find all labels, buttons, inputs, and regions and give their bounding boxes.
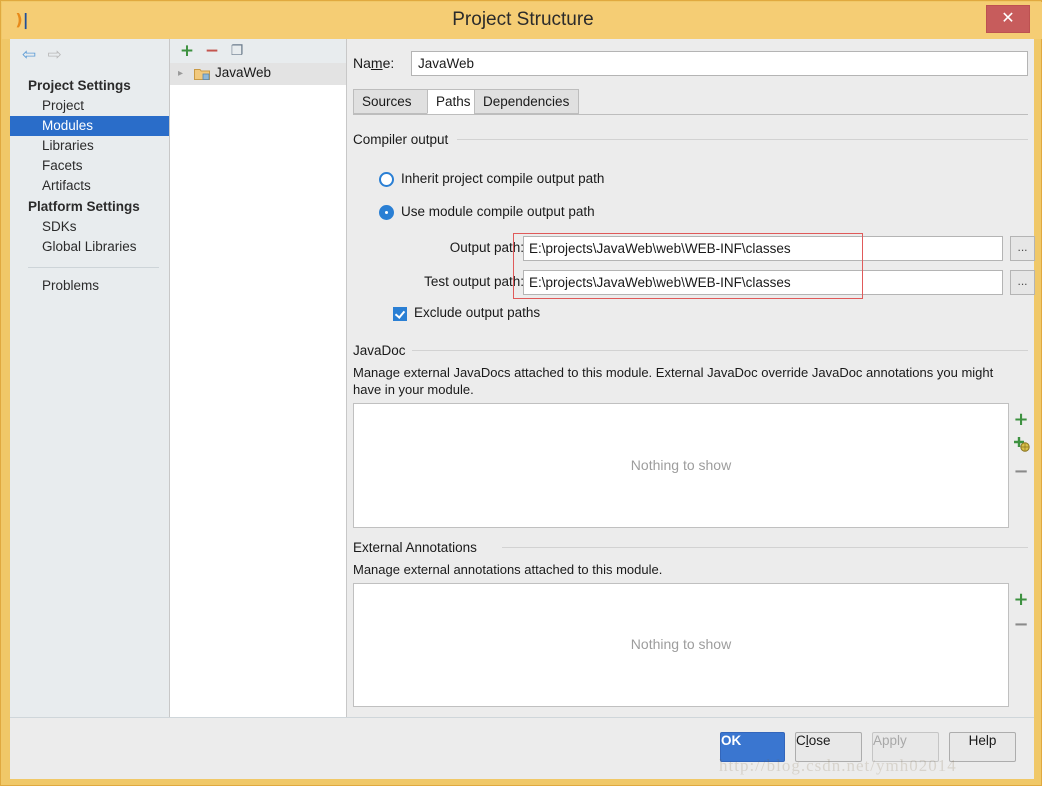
javadoc-remove-button[interactable]: − [1009, 460, 1033, 484]
output-path-browse-button[interactable]: ... [1010, 236, 1035, 261]
module-name-input[interactable] [411, 51, 1028, 76]
exclude-output-paths-label: Exclude output paths [414, 305, 541, 320]
modules-tree-toolbar: + − ❐ [170, 39, 346, 63]
tab-dependencies[interactable]: Dependencies [474, 89, 579, 114]
test-output-path-row: Test output path: ... [353, 270, 1035, 295]
external-annotations-group-label: External Annotations [353, 540, 483, 555]
external-annotations-empty-text: Nothing to show [630, 636, 732, 652]
remove-module-button[interactable]: − [201, 41, 223, 61]
javadoc-toolbar: + − [1009, 403, 1034, 528]
copy-module-button[interactable]: ❐ [226, 41, 248, 61]
javadoc-group-label: JavaDoc [353, 343, 412, 358]
sidebar-list: Project Settings Project Modules Librari… [10, 75, 169, 296]
close-icon[interactable]: ✕ [986, 5, 1030, 33]
tree-row-label: JavaWeb [215, 65, 272, 80]
help-button[interactable]: Help [949, 732, 1016, 762]
sidebar-group-platform-settings: Platform Settings [28, 199, 140, 214]
javadoc-list[interactable]: Nothing to show [353, 403, 1009, 528]
external-annotations-group-line [502, 547, 1028, 548]
javadoc-description: Manage external JavaDocs attached to thi… [353, 365, 994, 397]
radio-inherit-indicator [379, 172, 394, 187]
module-tabs: Sources Paths Dependencies [353, 89, 1028, 115]
test-output-path-input[interactable] [523, 270, 1003, 295]
dialog-footer: OK Close Apply Help [10, 717, 1034, 779]
close-button[interactable]: Close [795, 732, 862, 762]
exclude-output-paths-indicator [393, 307, 407, 321]
external-annotations-remove-button[interactable]: − [1009, 613, 1033, 637]
test-output-path-browse-button[interactable]: ... [1010, 270, 1035, 295]
page-title: Project Structure [452, 9, 594, 30]
apply-button: Apply [872, 732, 939, 762]
external-annotations-list[interactable]: Nothing to show [353, 583, 1009, 707]
javadoc-add-button[interactable]: + [1009, 408, 1033, 432]
sidebar-item-global-libraries[interactable]: Global Libraries [10, 237, 169, 257]
compiler-output-group-label: Compiler output [353, 132, 455, 147]
sidebar-item-libraries[interactable]: Libraries [10, 136, 169, 156]
external-annotations-description: Manage external annotations attached to … [353, 562, 663, 577]
test-output-path-label: Test output path: [424, 274, 524, 289]
module-name-row: Name: [353, 51, 1028, 77]
output-path-label: Output path: [449, 240, 524, 255]
external-annotations-toolbar: + − [1009, 583, 1034, 707]
dialog-content: ⇦ ⇨ Project Settings Project Modules Lib… [10, 39, 1035, 779]
sidebar-divider [28, 267, 159, 268]
radio-use-module-indicator [379, 205, 394, 220]
project-structure-dialog: )| Project Structure ✕ ⇦ ⇨ Project Setti… [0, 0, 1042, 786]
sidebar-item-problems[interactable]: Problems [10, 276, 169, 296]
sidebar-item-project[interactable]: Project [10, 96, 169, 116]
module-folder-icon [194, 67, 210, 80]
ok-button[interactable]: OK [720, 732, 785, 762]
chevron-right-icon[interactable]: ▸ [178, 67, 190, 81]
output-path-input[interactable] [523, 236, 1003, 261]
compiler-output-group-line [457, 139, 1028, 140]
modules-tree-panel: + − ❐ ▸ JavaWeb [170, 39, 347, 717]
module-name-label: Name: [353, 55, 395, 71]
nav-history-controls: ⇦ ⇨ [18, 44, 66, 68]
settings-sidebar: ⇦ ⇨ Project Settings Project Modules Lib… [10, 39, 170, 717]
javadoc-add-url-button[interactable] [1009, 433, 1033, 457]
title-bar: )| Project Structure ✕ [2, 2, 1042, 39]
sidebar-group-project-settings: Project Settings [28, 78, 131, 93]
javadoc-empty-text: Nothing to show [630, 456, 732, 473]
radio-use-module-label: Use module compile output path [401, 204, 595, 219]
radio-inherit-label: Inherit project compile output path [401, 171, 605, 186]
tab-sources[interactable]: Sources [353, 89, 428, 114]
module-editor-pane: Name: Sources Paths Dependencies Compile… [347, 39, 1035, 717]
javadoc-group-line [411, 350, 1028, 351]
forward-arrow-icon[interactable]: ⇨ [44, 44, 66, 66]
output-path-row: Output path: ... [353, 236, 1035, 261]
back-arrow-icon[interactable]: ⇦ [18, 44, 40, 66]
sidebar-item-facets[interactable]: Facets [10, 156, 169, 176]
tab-paths[interactable]: Paths [427, 89, 475, 114]
sidebar-item-modules[interactable]: Modules [10, 116, 169, 136]
external-annotations-add-button[interactable]: + [1009, 588, 1033, 612]
sidebar-item-sdks[interactable]: SDKs [10, 217, 169, 237]
sidebar-item-artifacts[interactable]: Artifacts [10, 176, 169, 196]
add-module-button[interactable]: + [176, 41, 198, 61]
tree-row[interactable]: ▸ JavaWeb [170, 63, 346, 85]
